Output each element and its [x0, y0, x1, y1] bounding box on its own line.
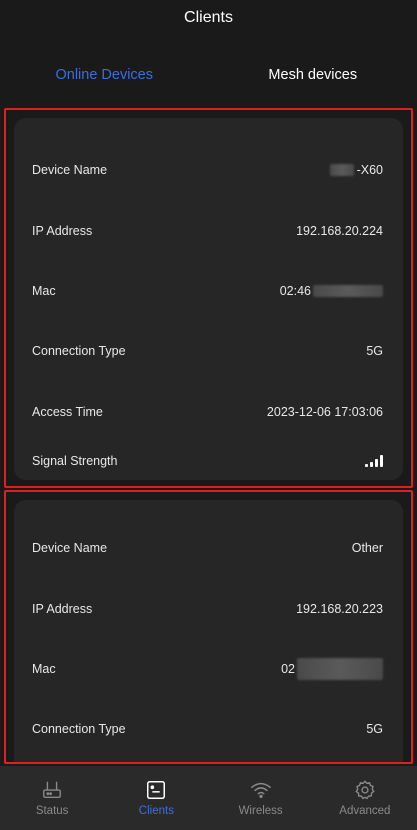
- ip-address-value: 192.168.20.223: [296, 602, 383, 616]
- tab-mesh-devices[interactable]: Mesh devices: [209, 56, 417, 94]
- nav-status-label: Status: [35, 805, 69, 817]
- row-value: 02: [281, 658, 383, 680]
- bottom-navbar: Status Clients Wireless Advanced: [0, 766, 417, 830]
- device-name-row: Device Name -X60: [14, 158, 403, 182]
- ip-address-row: IP Address 192.168.20.224: [14, 219, 403, 243]
- row-label: Device Name: [32, 163, 108, 177]
- tab-bar: Online Devices Mesh devices: [0, 56, 417, 94]
- row-label: Device Name: [32, 541, 108, 555]
- gear-icon: [355, 780, 375, 800]
- signal-strength-icon: [365, 455, 383, 467]
- page-title: Clients: [184, 9, 233, 26]
- mac-row: Mac 02: [14, 657, 403, 681]
- row-label: Signal Strength: [32, 454, 118, 468]
- tab-mesh-devices-label: Mesh devices: [268, 67, 358, 83]
- device-card[interactable]: Device Name Other IP Address 192.168.20.…: [14, 500, 403, 762]
- connection-type-value: 5G: [366, 722, 383, 736]
- nav-clients[interactable]: Clients: [104, 766, 208, 830]
- row-label: Mac: [32, 284, 56, 298]
- mac-value: 02:46: [279, 284, 311, 298]
- connection-type-value: 5G: [366, 344, 383, 358]
- ip-address-row: IP Address 192.168.20.223: [14, 597, 403, 621]
- row-label: Connection Type: [32, 344, 126, 358]
- row-label: Connection Type: [32, 722, 126, 736]
- device-card-frame: Device Name Other IP Address 192.168.20.…: [4, 490, 413, 764]
- row-label: IP Address: [32, 224, 93, 238]
- nav-wireless-label: Wireless: [238, 805, 283, 817]
- nav-wireless[interactable]: Wireless: [209, 766, 313, 830]
- nav-status[interactable]: Status: [0, 766, 104, 830]
- redacted-blur: [297, 658, 383, 680]
- nav-clients-label: Clients: [138, 805, 174, 817]
- wifi-icon: [250, 782, 271, 799]
- connection-type-row: Connection Type 5G: [14, 339, 403, 363]
- row-label: Mac: [32, 662, 56, 676]
- redacted-blur: [313, 285, 383, 297]
- access-time-value: 2023-12-06 17:03:06: [266, 405, 383, 419]
- row-value: 02:46: [280, 284, 383, 298]
- device-name-value: -X60: [356, 163, 383, 177]
- connection-type-row: Connection Type 5G: [14, 717, 403, 741]
- signal-strength-row: Signal Strength: [14, 449, 403, 473]
- device-card[interactable]: Device Name -X60 IP Address 192.168.20.2…: [14, 118, 403, 480]
- tab-online-devices[interactable]: Online Devices: [0, 56, 209, 94]
- row-label: IP Address: [32, 602, 93, 616]
- device-card-frame: Device Name -X60 IP Address 192.168.20.2…: [4, 108, 413, 488]
- mac-value: 02: [281, 662, 295, 676]
- device-name-row: Device Name Other: [14, 536, 403, 560]
- mac-row: Mac 02:46: [14, 279, 403, 303]
- access-time-row: Access Time 2023-12-06 17:03:06: [14, 400, 403, 424]
- clients-icon: [147, 781, 166, 799]
- row-label: Access Time: [32, 405, 103, 419]
- nav-advanced-label: Advanced: [339, 805, 391, 817]
- device-name-value: Other: [351, 541, 383, 555]
- redacted-blur: [329, 164, 354, 176]
- row-value: -X60: [329, 163, 383, 177]
- tab-online-devices-label: Online Devices: [55, 67, 153, 83]
- ip-address-value: 192.168.20.224: [296, 224, 383, 238]
- nav-advanced[interactable]: Advanced: [313, 766, 417, 830]
- router-icon: [43, 781, 62, 799]
- page-header: Clients: [0, 0, 417, 36]
